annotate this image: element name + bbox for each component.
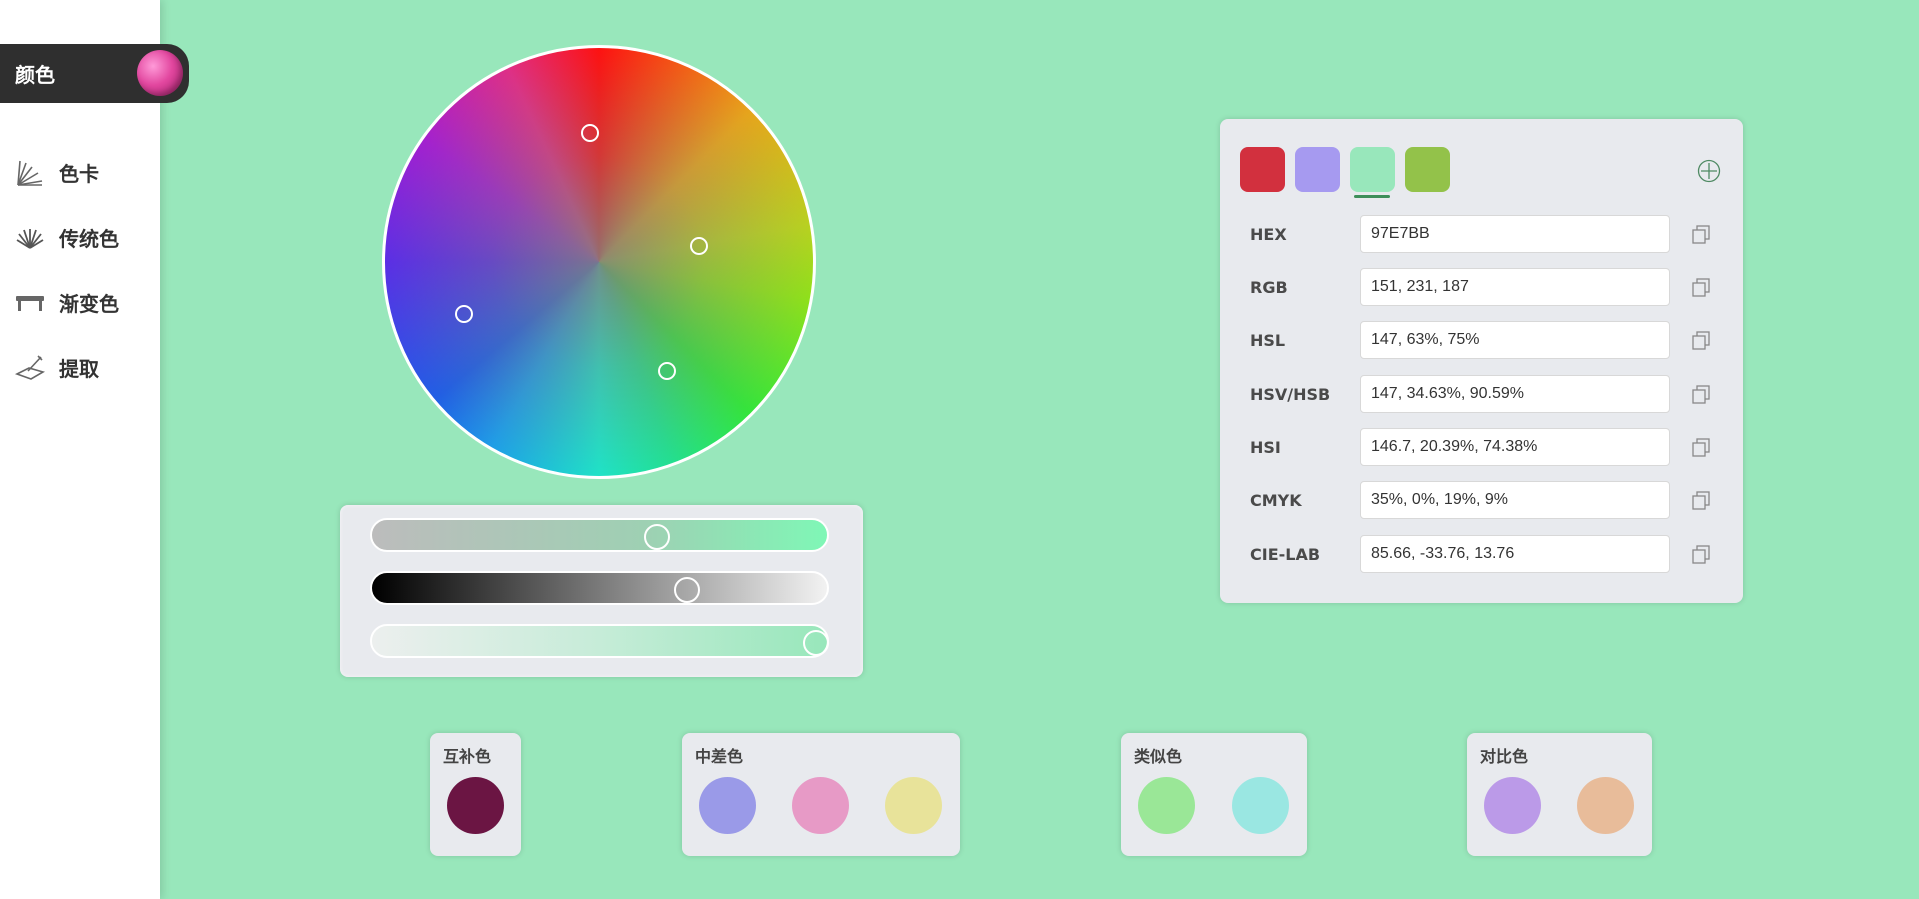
- sidebar-item-extract[interactable]: 提取: [0, 335, 160, 400]
- color-fan-deck-icon: [13, 156, 47, 190]
- color-info-panel: HEX RGB HSL HSV/HSB HSI CMYK CIE-LAB: [1220, 119, 1743, 603]
- sidebar-item-gradient[interactable]: 渐变色: [0, 270, 160, 335]
- format-row-hsv: HSV/HSB: [1220, 375, 1743, 415]
- swatch-purple[interactable]: [1295, 147, 1340, 192]
- alpha-slider-thumb[interactable]: [803, 630, 829, 656]
- brightness-slider[interactable]: [370, 571, 829, 605]
- harmony-color[interactable]: [447, 777, 504, 834]
- split-complementary-card: 中差色: [682, 733, 960, 856]
- wheel-handle-purple[interactable]: [455, 305, 473, 323]
- copy-icon[interactable]: [1690, 436, 1712, 458]
- wheel-handle-yellow-green[interactable]: [690, 237, 708, 255]
- format-row-cielab: CIE-LAB: [1220, 535, 1743, 575]
- hsv-field[interactable]: [1360, 375, 1670, 413]
- card-title: 中差色: [695, 747, 744, 766]
- sidebar-item-label: 色卡: [59, 162, 99, 186]
- copy-icon[interactable]: [1690, 329, 1712, 351]
- format-row-hex: HEX: [1220, 215, 1743, 255]
- slider-panel: [340, 505, 863, 677]
- complementary-card: 互补色: [430, 733, 521, 856]
- copy-icon[interactable]: [1690, 223, 1712, 245]
- harmony-color[interactable]: [1232, 777, 1289, 834]
- format-row-rgb: RGB: [1220, 268, 1743, 308]
- card-title: 对比色: [1480, 747, 1529, 766]
- alpha-slider[interactable]: [370, 624, 829, 658]
- copy-icon[interactable]: [1690, 383, 1712, 405]
- format-row-hsl: HSL: [1220, 321, 1743, 361]
- saturation-slider[interactable]: [370, 518, 829, 552]
- sidebar-item-label: 提取: [59, 357, 99, 381]
- saturation-slider-thumb[interactable]: [644, 524, 671, 550]
- contrast-card: 对比色: [1467, 733, 1652, 856]
- copy-icon[interactable]: [1690, 543, 1712, 565]
- rgb-field[interactable]: [1360, 268, 1670, 306]
- sidebar-item-label: 传统色: [59, 227, 119, 251]
- format-row-cmyk: CMYK: [1220, 481, 1743, 521]
- hex-field[interactable]: [1360, 215, 1670, 253]
- harmony-color[interactable]: [1484, 777, 1541, 834]
- format-row-hsi: HSI: [1220, 428, 1743, 468]
- brand-header[interactable]: 颜色: [0, 44, 189, 103]
- cielab-field[interactable]: [1360, 535, 1670, 573]
- color-wheel[interactable]: [382, 45, 816, 479]
- sidebar-nav: 色卡 传统色 渐变色 提取: [0, 140, 160, 400]
- copy-icon[interactable]: [1690, 276, 1712, 298]
- sidebar-item-label: 渐变色: [59, 292, 119, 316]
- format-label: RGB: [1250, 278, 1288, 297]
- swatch-red[interactable]: [1240, 147, 1285, 192]
- sidebar-item-color-card[interactable]: 色卡: [0, 140, 160, 205]
- card-title: 类似色: [1134, 747, 1183, 766]
- wheel-handle-red[interactable]: [581, 124, 599, 142]
- eyedropper-extract-icon: [13, 351, 47, 385]
- swatch-mint[interactable]: [1350, 147, 1395, 192]
- sidebar-item-traditional[interactable]: 传统色: [0, 205, 160, 270]
- format-label: HSV/HSB: [1250, 385, 1331, 404]
- card-title: 互补色: [443, 747, 492, 766]
- format-label: HSL: [1250, 331, 1286, 350]
- hsi-field[interactable]: [1360, 428, 1670, 466]
- folding-fan-icon: [13, 221, 47, 255]
- format-label: CIE-LAB: [1250, 545, 1321, 564]
- harmony-color[interactable]: [885, 777, 942, 834]
- hsl-field[interactable]: [1360, 321, 1670, 359]
- swatch-olive[interactable]: [1405, 147, 1450, 192]
- format-label: HEX: [1250, 225, 1287, 244]
- harmony-color[interactable]: [1138, 777, 1195, 834]
- cmyk-field[interactable]: [1360, 481, 1670, 519]
- sidebar: 颜色 色卡 传统色 渐变色 提取: [0, 0, 189, 899]
- selected-swatch-indicator: [1354, 195, 1390, 198]
- brand-label: 颜色: [15, 63, 55, 87]
- harmony-color[interactable]: [1577, 777, 1634, 834]
- harmony-color[interactable]: [699, 777, 756, 834]
- harmony-color[interactable]: [792, 777, 849, 834]
- wheel-handle-green[interactable]: [658, 362, 676, 380]
- brightness-slider-thumb[interactable]: [674, 577, 701, 603]
- analogous-card: 类似色: [1121, 733, 1307, 856]
- plus-circle-icon[interactable]: [1697, 159, 1721, 183]
- gradient-bench-icon: [13, 286, 47, 320]
- brand-logo: [137, 50, 183, 96]
- copy-icon[interactable]: [1690, 489, 1712, 511]
- format-label: CMYK: [1250, 491, 1302, 510]
- format-label: HSI: [1250, 438, 1281, 457]
